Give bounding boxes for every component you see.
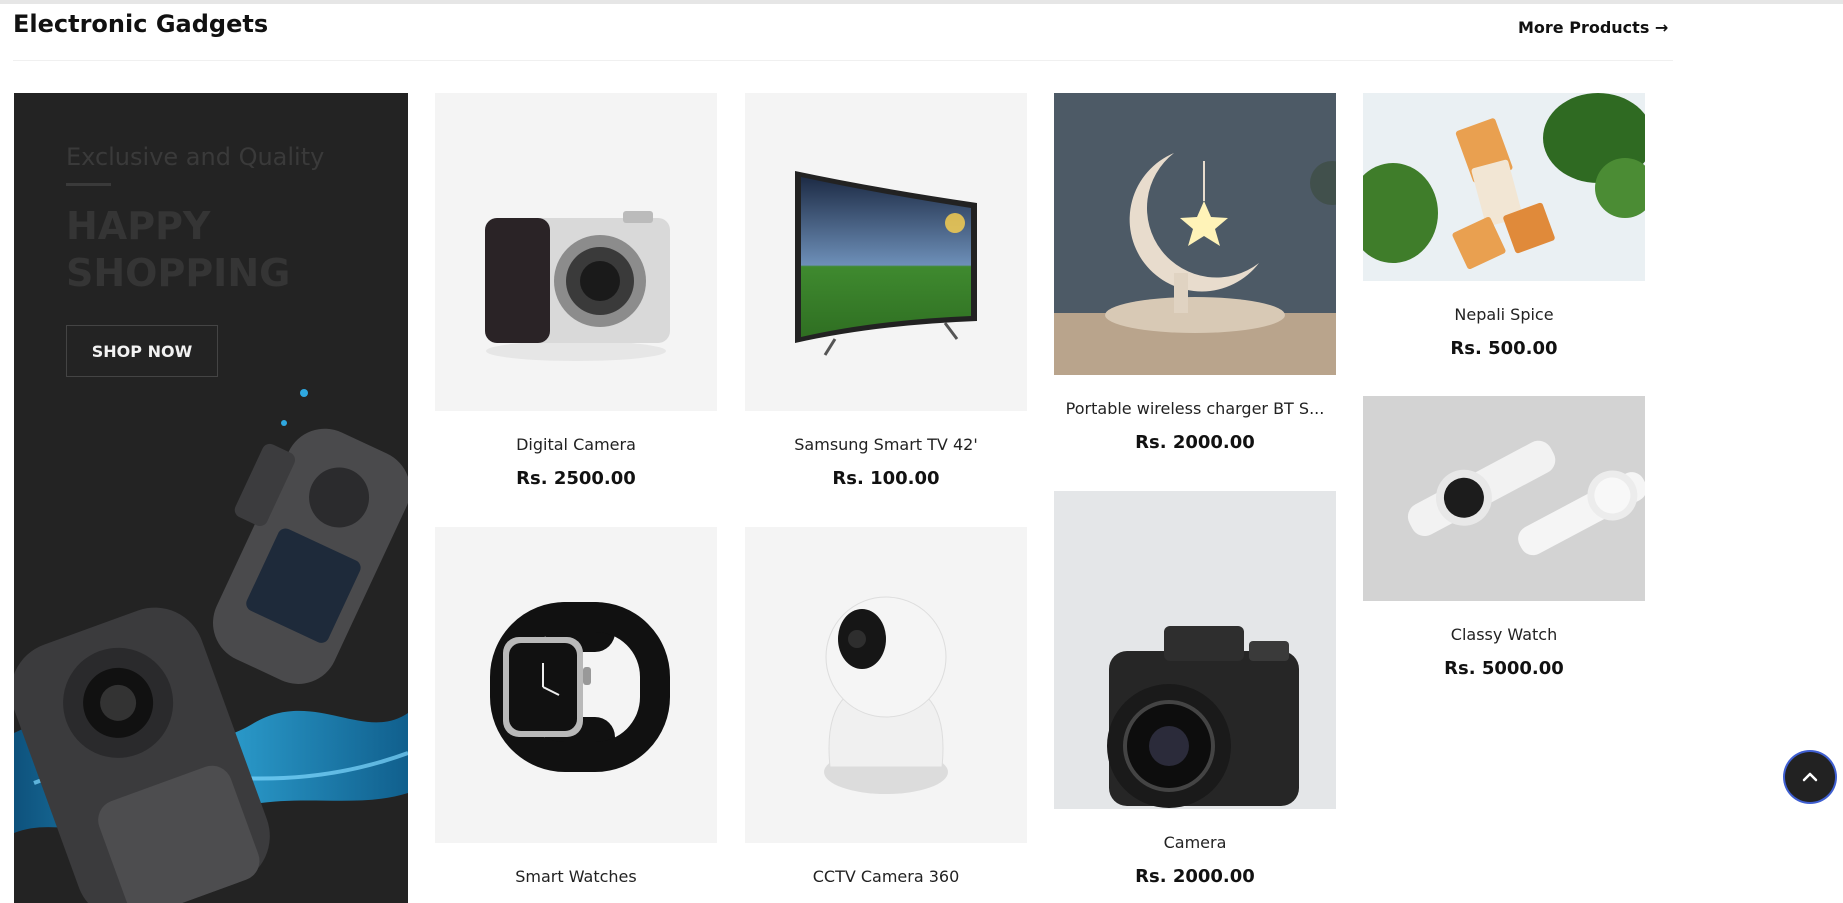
product-name[interactable]: Nepali Spice [1363,305,1645,324]
product-name[interactable]: Digital Camera [435,435,717,454]
product-card-classy-watch[interactable]: Classy Watch Rs. 5000.00 [1363,396,1645,679]
product-price: Rs. 2000.00 [1135,432,1255,453]
product-card-cctv-camera[interactable]: CCTV Camera 360 [745,527,1027,900]
product-card-samsung-tv[interactable]: Samsung Smart TV 42' Rs. 100.00 [745,93,1027,489]
camera-image [485,211,670,361]
product-price: Rs. 5000.00 [1444,658,1564,679]
section-divider [13,60,1673,61]
product-image[interactable] [1054,491,1336,809]
product-price: Rs. 500.00 [1450,338,1558,359]
section-title: Electronic Gadgets [13,10,269,38]
spice-packets-image [1363,93,1645,270]
product-image[interactable] [1054,93,1336,375]
product-card-digital-camera[interactable]: Digital Camera Rs. 2500.00 [435,93,717,489]
product-image[interactable] [1363,396,1645,601]
cctv-image [824,596,948,794]
product-price: Rs. 100.00 [832,468,940,489]
banner-eyebrow: Exclusive and Quality [66,143,325,171]
smartwatch-image [490,602,670,772]
product-card-nepali-spice[interactable]: Nepali Spice Rs. 500.00 [1363,93,1645,359]
product-name[interactable]: Camera [1054,833,1336,852]
product-card-smart-watches[interactable]: Smart Watches [435,527,717,900]
product-card-camera[interactable]: Camera Rs. 2000.00 [1054,491,1336,887]
product-image[interactable] [435,527,717,843]
banner-rule [66,183,111,186]
dslr-camera-image [1107,626,1299,808]
more-products-link[interactable]: More Products → [1518,18,1668,37]
chevron-up-icon [1802,772,1818,782]
product-image[interactable] [745,527,1027,843]
product-name[interactable]: Portable wireless charger BT S... [1054,399,1336,418]
top-border [0,0,1843,4]
product-name[interactable]: Samsung Smart TV 42' [745,435,1027,454]
shop-now-button[interactable]: SHOP NOW [66,325,218,377]
product-price: Rs. 2500.00 [516,468,636,489]
product-image[interactable] [745,93,1027,411]
white-watch-image [1407,440,1645,556]
product-image[interactable] [1363,93,1645,281]
product-image[interactable] [435,93,717,411]
banner-headline: HAPPY SHOPPING [66,204,291,295]
product-card-wireless-charger[interactable]: Portable wireless charger BT S... Rs. 20… [1054,93,1336,453]
product-name[interactable]: Classy Watch [1363,625,1645,644]
scroll-to-top-button[interactable] [1785,752,1835,802]
product-name[interactable]: Smart Watches [435,867,717,886]
promo-banner: Exclusive and Quality HAPPY SHOPPING SHO… [14,93,408,903]
product-price: Rs. 2000.00 [1135,866,1255,887]
tv-image [795,171,977,356]
product-name[interactable]: CCTV Camera 360 [745,867,1027,886]
moon-lamp-image [1054,153,1336,375]
